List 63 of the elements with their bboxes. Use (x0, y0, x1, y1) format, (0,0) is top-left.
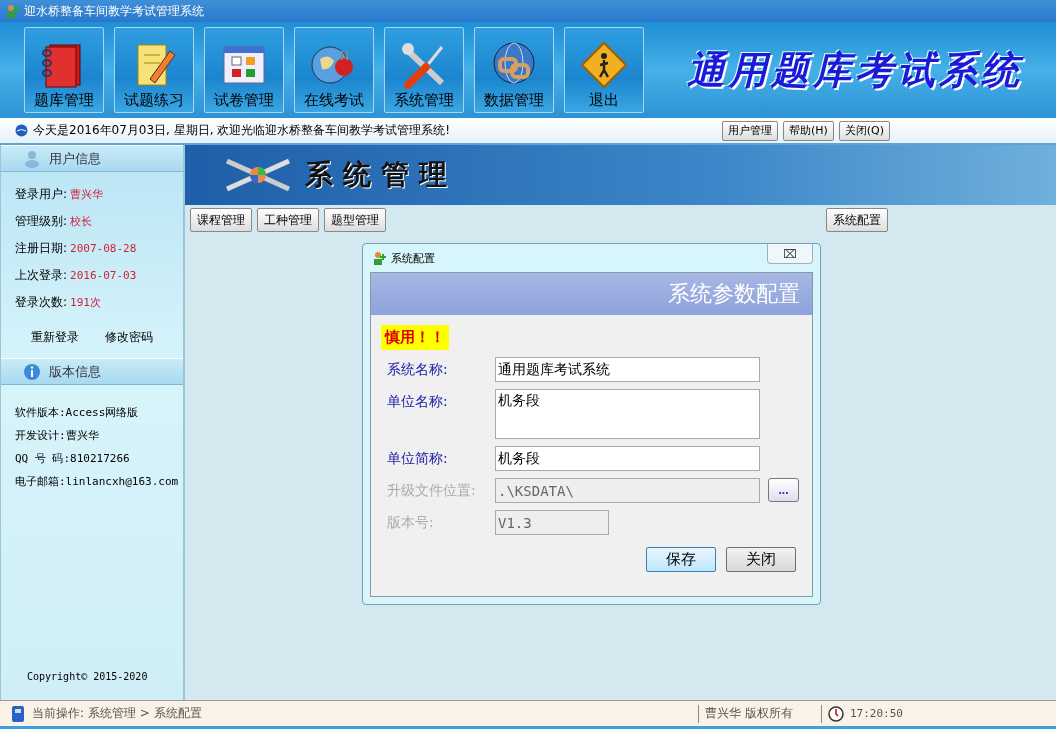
toolbar-button[interactable]: 退出 (564, 27, 644, 113)
toolbar-button[interactable]: 试卷管理 (204, 27, 284, 113)
toolbar-button[interactable]: 试题练习 (114, 27, 194, 113)
info-value: 191次 (70, 295, 101, 310)
toolbar-button[interactable]: 题库管理 (24, 27, 104, 113)
info-value: 2007-08-28 (70, 242, 137, 255)
menu-button[interactable]: 帮助(H) (782, 120, 834, 141)
sidebar-link[interactable]: 重新登录 (31, 329, 79, 346)
welcome-message: 今天是2016年07月03日, 星期日, 欢迎光临迎水桥整备车间教学考试管理系统! (33, 122, 452, 139)
version-line: 开发设计:曹兴华 (15, 428, 100, 443)
text-field[interactable]: 机务段 (495, 446, 760, 471)
user-icon (23, 149, 41, 168)
field-label: 系统名称: (387, 360, 449, 379)
banner-title: 通用题库考试系统 (686, 46, 1025, 94)
copyright-owner: 曹兴华 版权所有 (705, 705, 794, 722)
info-icon (23, 362, 41, 381)
version-line: 电子邮箱:linlancxh@163.com (15, 474, 180, 489)
dialog-title: 系统配置 (391, 250, 436, 266)
field-label: 单位名称: (387, 392, 449, 411)
info-value: 2016-07-03 (70, 269, 137, 282)
walking-sign-icon (578, 39, 630, 91)
tab-button[interactable]: 题型管理 (324, 208, 386, 232)
tools-icon (223, 157, 293, 193)
copyright-text: Copyright© 2015-2020 (26, 671, 149, 684)
version-line: QQ 号 码:810217266 (15, 451, 131, 466)
version-line: 软件版本:Access网络版 (15, 405, 140, 420)
dialog-heading: 系统参数配置 (668, 280, 800, 308)
info-value: 曹兴华 (70, 187, 104, 202)
field-label: 单位简称: (387, 449, 449, 468)
info-label: 注册日期: (15, 240, 68, 257)
config-button[interactable]: 系统配置 (826, 208, 888, 232)
warning-text: 慎用！！ (381, 325, 449, 350)
window-title: 迎水桥整备车间教学考试管理系统 (24, 2, 204, 20)
section-title: 系统管理 (305, 157, 457, 193)
clock-time: 17:20:50 (850, 707, 903, 720)
tab-button[interactable]: 工种管理 (257, 208, 319, 232)
info-label: 登录用户: (15, 186, 68, 203)
globe-icon (15, 124, 28, 137)
user-add-icon (372, 251, 386, 265)
field-label: 升级文件位置: (387, 481, 477, 500)
menu-button[interactable]: 用户管理 (721, 120, 778, 141)
sidebar-link[interactable]: 修改密码 (105, 329, 153, 346)
close-button[interactable]: ⌧ (767, 244, 813, 264)
dialog-button[interactable]: 保存 (646, 547, 716, 572)
menu-button[interactable]: 关闭(Q) (838, 120, 890, 141)
toolbar-button[interactable]: 数据管理 (474, 27, 554, 113)
section-title: 用户信息 (49, 149, 101, 168)
text-area[interactable]: 机务段 (495, 389, 760, 439)
computer-icon (10, 704, 26, 723)
info-value: 校长 (70, 214, 93, 229)
info-label: 管理级别: (15, 213, 68, 230)
info-label: 登录次数: (15, 294, 68, 311)
toolbar-button[interactable]: 系统管理 (384, 27, 464, 113)
text-field[interactable]: 通用题库考试系统 (495, 357, 760, 382)
user-add-icon (5, 4, 19, 18)
tab-button[interactable]: 课程管理 (190, 208, 252, 232)
toolbar-button[interactable]: 在线考试 (294, 27, 374, 113)
dialog-button[interactable]: 关闭 (726, 547, 796, 572)
current-operation: 当前操作: 系统管理 > 系统配置 (32, 705, 203, 722)
section-title: 版本信息 (49, 362, 101, 381)
info-label: 上次登录: (15, 267, 68, 284)
clock-icon (828, 705, 844, 722)
field-label: 版本号: (387, 513, 435, 532)
